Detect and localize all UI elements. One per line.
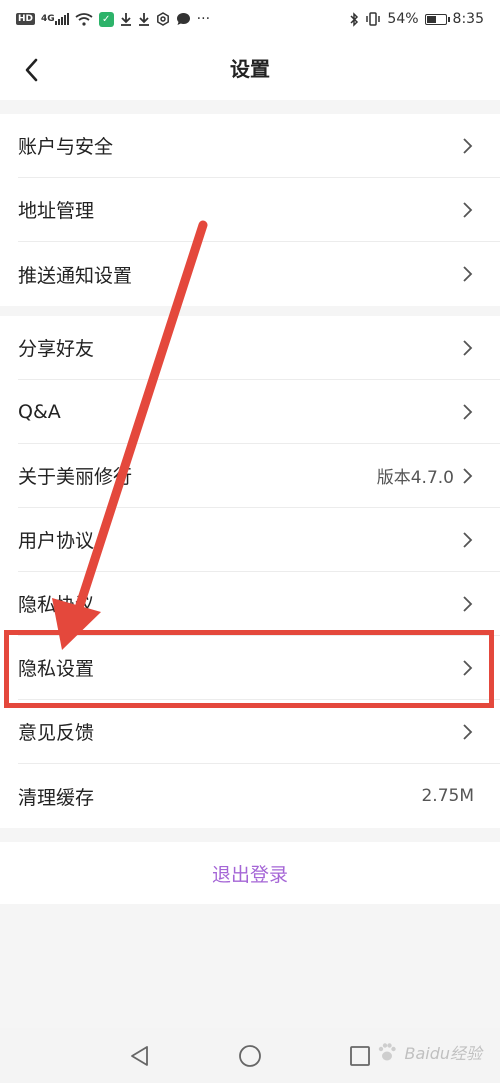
row-label: 清理缓存	[18, 786, 95, 809]
row-label: 意见反馈	[18, 722, 95, 744]
row-label: Q&A	[18, 400, 61, 423]
chevron-right-icon	[463, 403, 473, 420]
settings-row-about[interactable]: 关于美丽修行 版本4.7.0	[18, 444, 500, 508]
nav-bar: 设置	[0, 38, 500, 100]
network-label: 4G	[41, 13, 55, 24]
row-label: 账户与安全	[18, 136, 114, 158]
row-label: 推送通知设置	[18, 264, 133, 287]
settings-row-clear-cache[interactable]: 清理缓存 2.75M	[18, 764, 500, 828]
status-bar: HD 4G ✓ ··· 54% 8:35	[0, 0, 500, 38]
settings-row-push-notifications[interactable]: 推送通知设置	[18, 242, 500, 306]
chevron-right-icon	[463, 266, 473, 282]
status-time: 8:35	[452, 11, 484, 27]
chevron-right-icon	[463, 531, 473, 548]
chevron-right-icon	[463, 137, 473, 154]
chevron-right-icon	[463, 723, 473, 740]
settings-group-general: 分享好友 Q&A 关于美丽修行 版本4.7.0 用户协议 隐私协议 隐私设置 意…	[0, 316, 500, 828]
back-button[interactable]	[14, 52, 50, 88]
wifi-icon	[75, 12, 93, 26]
settings-row-feedback[interactable]: 意见反馈	[18, 700, 500, 764]
battery-fill	[426, 15, 436, 23]
nav-home-button[interactable]	[235, 1041, 265, 1071]
chevron-left-icon	[25, 58, 38, 82]
download-icon	[138, 12, 150, 26]
app-shield-icon: ✓	[98, 11, 114, 27]
settings-group-account: 账户与安全 地址管理 推送通知设置	[0, 114, 500, 306]
watermark: Baidu经验	[376, 1040, 482, 1064]
more-icon: ···	[196, 11, 211, 27]
settings-row-qa[interactable]: Q&A	[18, 380, 500, 444]
row-label: 用户协议	[18, 530, 95, 552]
version-value: 版本4.7.0	[376, 468, 454, 488]
nav-back-button[interactable]	[125, 1041, 155, 1071]
settings-row-privacy-agreement[interactable]: 隐私协议	[18, 572, 500, 636]
settings-row-user-agreement[interactable]: 用户协议	[18, 508, 500, 572]
bluetooth-icon	[349, 11, 359, 27]
settings-row-privacy-settings[interactable]: 隐私设置	[18, 636, 500, 700]
row-label: 分享好友	[18, 338, 95, 360]
status-left: HD 4G ✓ ···	[16, 11, 210, 27]
settings-row-account-security[interactable]: 账户与安全	[18, 114, 500, 178]
row-label: 地址管理	[18, 200, 95, 222]
signal-4g-icon: 4G	[41, 13, 69, 25]
paw-logo-icon	[379, 1043, 397, 1061]
settings-row-share[interactable]: 分享好友	[18, 316, 500, 380]
chat-icon	[176, 12, 191, 26]
page-title: 设置	[230, 57, 270, 81]
triangle-back-icon	[131, 1045, 148, 1066]
chevron-right-icon	[463, 339, 473, 356]
vibrate-icon	[365, 12, 381, 26]
nav-recents-button[interactable]	[345, 1041, 375, 1071]
row-label: 隐私协议	[18, 594, 95, 616]
row-label: 关于美丽修行	[18, 466, 133, 488]
row-label: 隐私设置	[18, 658, 95, 680]
battery-icon	[424, 13, 450, 25]
square-recents-icon	[350, 1045, 370, 1066]
download-icon	[120, 12, 132, 26]
chevron-right-icon	[463, 595, 473, 612]
cache-size-value: 2.75M	[421, 786, 474, 806]
battery-percent: 54%	[387, 11, 419, 27]
watermark-label: Baidu经验	[404, 1044, 482, 1063]
chevron-right-icon	[463, 467, 473, 484]
chevron-right-icon	[463, 659, 473, 676]
circle-home-icon	[239, 1044, 261, 1067]
chevron-right-icon	[463, 201, 473, 218]
settings-row-address[interactable]: 地址管理	[18, 178, 500, 242]
logout-button[interactable]: 退出登录	[0, 842, 500, 904]
settings-icon	[156, 12, 170, 26]
status-right: 54% 8:35	[349, 11, 484, 27]
logout-label: 退出登录	[211, 863, 288, 886]
hd-icon: HD	[16, 13, 36, 25]
